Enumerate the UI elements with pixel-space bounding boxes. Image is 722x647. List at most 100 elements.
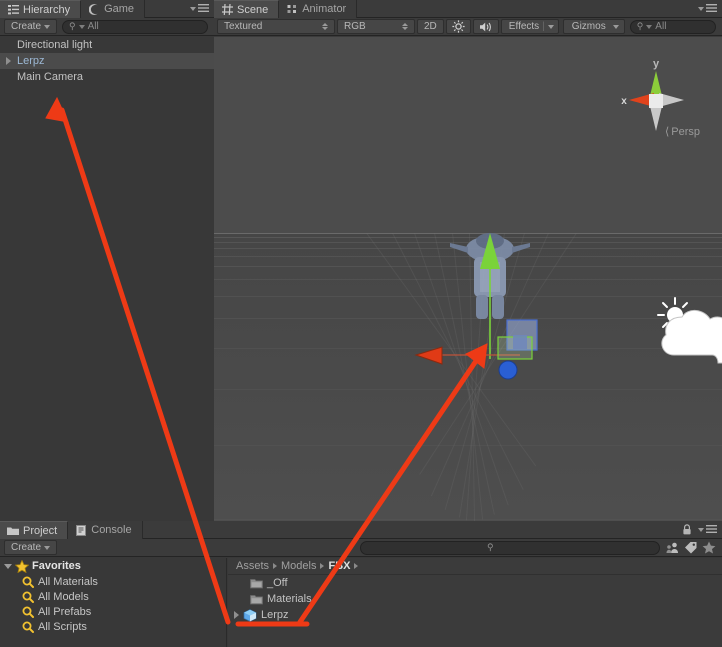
hierarchy-search-placeholder: All [87, 21, 99, 32]
hierarchy-item-label: Lerpz [17, 55, 45, 67]
project-tabbar-spacer [142, 521, 682, 538]
favorite-item-all-scripts[interactable]: All Scripts [0, 619, 226, 634]
tab-project-label: Project [23, 524, 58, 537]
search-icon: ⚲ [69, 21, 76, 31]
search-saved-icon [22, 606, 34, 618]
hamburger-icon [706, 4, 717, 12]
asset-row-materials[interactable]: Materials [228, 591, 722, 607]
animator-icon [286, 3, 298, 15]
filter-favorites-icon[interactable] [700, 540, 718, 556]
hierarchy-item-main-camera[interactable]: Main Camera [0, 69, 214, 85]
scene-search-input[interactable]: ⚲ All [629, 19, 716, 34]
search-saved-icon [22, 576, 34, 588]
tab-hierarchy[interactable]: Hierarchy [0, 0, 82, 18]
filter-by-type-icon[interactable] [664, 540, 682, 556]
project-create-label: Create [11, 542, 42, 553]
tab-console[interactable]: Console [68, 521, 143, 539]
asset-row-label: _Off [267, 577, 288, 589]
star-icon [15, 559, 29, 573]
tab-game-label: Game [104, 3, 135, 15]
asset-row-off[interactable]: _Off [228, 575, 722, 591]
hierarchy-panel: Hierarchy Game Create ⚲ All Directional … [0, 0, 214, 521]
project-favorites-tree[interactable]: Favorites All Materials All Models All P… [0, 558, 227, 647]
expand-toggle-icon[interactable] [234, 611, 239, 619]
draw-mode-dropdown[interactable]: Textured [217, 19, 335, 34]
favorite-item-all-models[interactable]: All Models [0, 589, 226, 604]
asset-row-label: Materials [267, 593, 312, 605]
hierarchy-search-input[interactable]: ⚲ All [62, 19, 208, 34]
toggle-scene-lighting-button[interactable] [445, 19, 471, 34]
asset-row-lerpz[interactable]: Lerpz [228, 607, 722, 623]
tab-scene-label: Scene [237, 3, 269, 16]
scene-tabbar: Scene Animator [214, 0, 722, 18]
favorite-item-all-prefabs[interactable]: All Prefabs [0, 604, 226, 619]
scene-viewport[interactable]: y x ⟨ Persp [214, 37, 722, 521]
hierarchy-tree[interactable]: Directional light Lerpz Main Camera [0, 37, 214, 521]
tab-project[interactable]: Project [0, 521, 69, 539]
scene-projection-label[interactable]: ⟨ Persp [664, 125, 700, 139]
project-search-input[interactable]: ⚲ [360, 540, 660, 555]
effects-dropdown[interactable]: Effects | [500, 19, 559, 34]
breadcrumb-item-models[interactable]: Models [281, 560, 316, 572]
chevron-down-icon [698, 527, 704, 532]
favorite-item-label: All Prefabs [38, 605, 92, 618]
hierarchy-item-lerpz[interactable]: Lerpz [0, 53, 214, 69]
scene-tab-menu-button[interactable] [698, 0, 722, 17]
project-tab-menu-area[interactable] [682, 521, 722, 538]
render-mode-label: RGB [344, 21, 366, 32]
gizmos-label: Gizmos [571, 21, 606, 32]
folder-icon [7, 525, 19, 537]
asset-row-label: Lerpz [261, 609, 289, 621]
breadcrumb-item-fbx[interactable]: FBX [328, 560, 350, 572]
hierarchy-tab-menu-button[interactable] [190, 0, 214, 17]
speaker-icon [479, 22, 491, 31]
sun-icon [452, 20, 465, 33]
lock-icon[interactable] [682, 524, 692, 535]
expand-toggle-icon[interactable] [4, 563, 12, 569]
toggle-2d-button[interactable]: 2D [417, 19, 444, 34]
scene-grid-icon [221, 4, 233, 16]
scene-tabbar-spacer [357, 0, 698, 17]
tab-scene[interactable]: Scene [214, 0, 280, 18]
project-create-button[interactable]: Create [4, 540, 58, 555]
mouse-cursor [661, 310, 722, 364]
favorite-item-label: All Materials [38, 575, 98, 588]
favorites-label: Favorites [32, 560, 81, 572]
axis-center-cube [649, 94, 663, 108]
toggle-audio-button[interactable] [472, 19, 499, 34]
draw-mode-label: Textured [224, 21, 263, 32]
render-mode-dropdown[interactable]: RGB [337, 19, 415, 34]
chevron-down-icon [547, 24, 554, 29]
breadcrumb-item-assets[interactable]: Assets [236, 560, 269, 572]
projection-label-text: Persp [671, 125, 700, 138]
tab-game[interactable]: Game [81, 0, 146, 18]
filter-by-label-icon[interactable] [682, 540, 700, 556]
breadcrumb-separator-icon [273, 563, 278, 569]
hierarchy-item-directional-light[interactable]: Directional light [0, 37, 214, 53]
scene-selected-object-lerpz[interactable] [394, 207, 574, 407]
search-filter-chevron-icon [646, 24, 653, 29]
hierarchy-create-label: Create [11, 21, 42, 32]
tab-animator-label: Animator [302, 3, 347, 15]
hierarchy-create-button[interactable]: Create [4, 19, 58, 34]
favorite-item-all-materials[interactable]: All Materials [0, 574, 226, 589]
hierarchy-item-label: Directional light [17, 39, 93, 51]
favorites-header[interactable]: Favorites [0, 558, 226, 574]
hamburger-icon [198, 4, 209, 12]
updown-arrows-icon [322, 23, 328, 30]
favorite-item-label: All Models [38, 590, 89, 603]
project-asset-browser[interactable]: Assets Models FBX _Off Materials Lerpz [228, 558, 722, 647]
tab-animator[interactable]: Animator [279, 0, 358, 18]
gizmos-dropdown[interactable]: Gizmos [562, 19, 625, 34]
game-icon [88, 3, 100, 15]
tab-console-label: Console [91, 524, 132, 536]
gizmo-z-axis-handle [498, 360, 518, 380]
axis-x-label: x [621, 96, 627, 107]
breadcrumb[interactable]: Assets Models FBX [228, 558, 722, 575]
collapse-arrow-icon: ⟨ [664, 126, 670, 138]
chevron-down-icon [612, 24, 619, 29]
chevron-down-icon [44, 545, 51, 550]
expand-toggle-icon[interactable] [6, 57, 17, 65]
hierarchy-item-label: Main Camera [17, 71, 84, 83]
chevron-down-icon [44, 24, 51, 29]
